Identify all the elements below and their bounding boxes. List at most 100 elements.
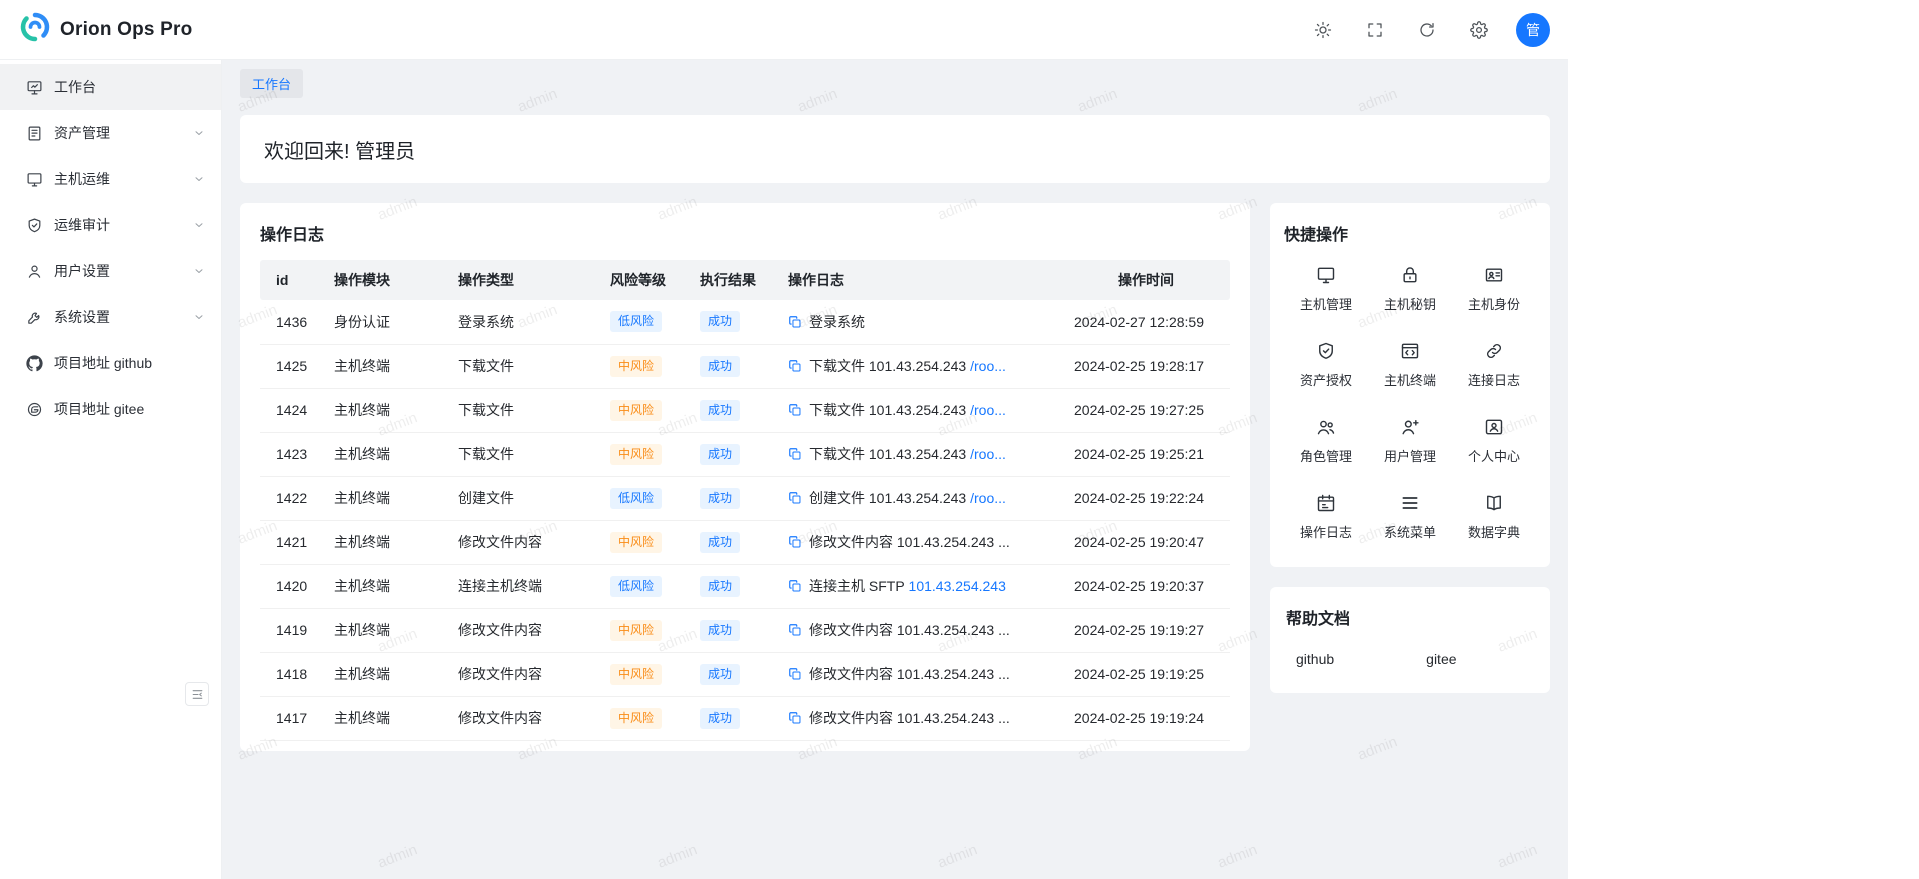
copy-icon[interactable] (788, 711, 802, 725)
copy-icon[interactable] (788, 447, 802, 461)
sidebar-item[interactable]: 项目地址 github (0, 340, 221, 386)
cell-type: 修改文件内容 (446, 696, 598, 740)
table-row: 1420主机终端连接主机终端低风险成功连接主机 SFTP 101.43.254.… (260, 564, 1230, 608)
quick-action-item[interactable]: 个人中心 (1452, 417, 1536, 465)
quick-action-item[interactable]: 主机秘钥 (1368, 265, 1452, 313)
help-link-github[interactable]: github (1296, 651, 1334, 667)
chevron-down-icon (193, 311, 205, 323)
avatar[interactable]: 管 (1516, 13, 1550, 47)
quick-action-label: 系统菜单 (1384, 522, 1436, 541)
quick-action-label: 操作日志 (1300, 522, 1352, 541)
cell-log: 修改文件内容 101.43.254.243 ... (776, 696, 1062, 740)
result-badge: 成功 (700, 444, 740, 465)
sidebar-item-label: 工作台 (54, 77, 205, 97)
theme-toggle-icon[interactable] (1304, 11, 1342, 49)
welcome-text: 欢迎回来! 管理员 (264, 135, 415, 164)
table-header-row: id操作模块操作类型风险等级执行结果操作日志操作时间 (260, 260, 1230, 300)
copy-icon[interactable] (788, 579, 802, 593)
log-text: 下载文件 101.43.254.243 (809, 356, 966, 376)
column-header: 操作类型 (446, 260, 598, 300)
sidebar-item[interactable]: 工作台 (0, 64, 221, 110)
fullscreen-icon[interactable] (1356, 11, 1394, 49)
quick-action-item[interactable]: 操作日志 (1284, 493, 1368, 541)
profile-icon (1484, 417, 1504, 437)
cell-result: 成功 (688, 652, 776, 696)
copy-icon[interactable] (788, 667, 802, 681)
quick-action-item[interactable]: 主机身份 (1452, 265, 1536, 313)
watermark-text: admin (935, 841, 979, 872)
cell-risk: 中风险 (598, 388, 688, 432)
menu-icon (1400, 493, 1420, 513)
copy-icon[interactable] (788, 315, 802, 329)
log-link[interactable]: /roo... (966, 402, 1006, 418)
gear-icon[interactable] (1460, 11, 1498, 49)
sidebar-item[interactable]: 资产管理 (0, 110, 221, 156)
quick-action-label: 资产授权 (1300, 370, 1352, 389)
cell-log: 修改文件内容 101.43.254.243 ... (776, 652, 1062, 696)
logo-icon (20, 12, 50, 47)
sidebar-item-label: 项目地址 gitee (54, 399, 205, 419)
cell-log: 修改文件内容 101.43.254.243 ... (776, 608, 1062, 652)
cell-log: 创建文件 101.43.254.243 /roo... (776, 476, 1062, 520)
table-row: 1425主机终端下载文件中风险成功下载文件 101.43.254.243 /ro… (260, 344, 1230, 388)
quick-action-item[interactable]: 连接日志 (1452, 341, 1536, 389)
sidebar-item[interactable]: 项目地址 gitee (0, 386, 221, 432)
cell-result: 成功 (688, 476, 776, 520)
quick-action-label: 主机管理 (1300, 294, 1352, 313)
log-link[interactable]: /roo... (966, 490, 1006, 506)
copy-icon[interactable] (788, 403, 802, 417)
copy-icon[interactable] (788, 491, 802, 505)
breadcrumb-tab-workbench[interactable]: 工作台 (240, 69, 303, 98)
quick-action-label: 角色管理 (1300, 446, 1352, 465)
column-header: 风险等级 (598, 260, 688, 300)
copy-icon[interactable] (788, 359, 802, 373)
breadcrumb: 工作台 (222, 60, 1568, 98)
link-icon (1484, 341, 1504, 361)
cell-type: 创建文件 (446, 476, 598, 520)
cell-type: 连接主机终端 (446, 564, 598, 608)
quick-action-label: 主机秘钥 (1384, 294, 1436, 313)
sidebar-item-label: 资产管理 (54, 123, 193, 143)
sidebar-item-label: 项目地址 github (54, 353, 205, 373)
cell-log: 下载文件 101.43.254.243 /roo... (776, 344, 1062, 388)
log-link[interactable]: /roo... (966, 446, 1006, 462)
cell-type: 下载文件 (446, 432, 598, 476)
cell-time: 2024-02-25 19:22:24 (1062, 476, 1230, 520)
cell-result: 成功 (688, 696, 776, 740)
log-link[interactable]: 101.43.254.243 (905, 578, 1006, 594)
sidebar: 工作台资产管理主机运维运维审计用户设置系统设置项目地址 github 项目地址 g… (0, 60, 222, 879)
table-row: 1419主机终端修改文件内容中风险成功修改文件内容 101.43.254.243… (260, 608, 1230, 652)
sidebar-item[interactable]: 运维审计 (0, 202, 221, 248)
quick-action-item[interactable]: 用户管理 (1368, 417, 1452, 465)
sidebar-item[interactable]: 主机运维 (0, 156, 221, 202)
cell-type: 下载文件 (446, 388, 598, 432)
quick-action-item[interactable]: 主机管理 (1284, 265, 1368, 313)
table-row: 1418主机终端修改文件内容中风险成功修改文件内容 101.43.254.243… (260, 652, 1230, 696)
cell-result: 成功 (688, 388, 776, 432)
quick-action-item[interactable]: 数据字典 (1452, 493, 1536, 541)
cell-id: 1418 (260, 652, 322, 696)
cell-risk: 低风险 (598, 564, 688, 608)
chevron-down-icon (193, 173, 205, 185)
copy-icon[interactable] (788, 623, 802, 637)
quick-action-label: 个人中心 (1468, 446, 1520, 465)
brand[interactable]: Orion Ops Pro (20, 12, 192, 47)
help-link-gitee[interactable]: gitee (1426, 651, 1456, 667)
refresh-icon[interactable] (1408, 11, 1446, 49)
sidebar-item[interactable]: 用户设置 (0, 248, 221, 294)
quick-action-item[interactable]: 角色管理 (1284, 417, 1368, 465)
sidebar-item[interactable]: 系统设置 (0, 294, 221, 340)
quick-action-item[interactable]: 主机终端 (1368, 341, 1452, 389)
column-header: 操作模块 (322, 260, 446, 300)
cell-id: 1436 (260, 300, 322, 344)
copy-icon[interactable] (788, 535, 802, 549)
cell-type: 修改文件内容 (446, 608, 598, 652)
quick-action-item[interactable]: 资产授权 (1284, 341, 1368, 389)
log-link[interactable]: /roo... (966, 358, 1006, 374)
sidebar-collapse-button[interactable] (185, 682, 209, 706)
github-icon (26, 355, 43, 372)
log-text: 修改文件内容 101.43.254.243 ... (809, 664, 1010, 684)
risk-badge: 中风险 (610, 444, 662, 465)
cell-risk: 中风险 (598, 432, 688, 476)
quick-action-item[interactable]: 系统菜单 (1368, 493, 1452, 541)
